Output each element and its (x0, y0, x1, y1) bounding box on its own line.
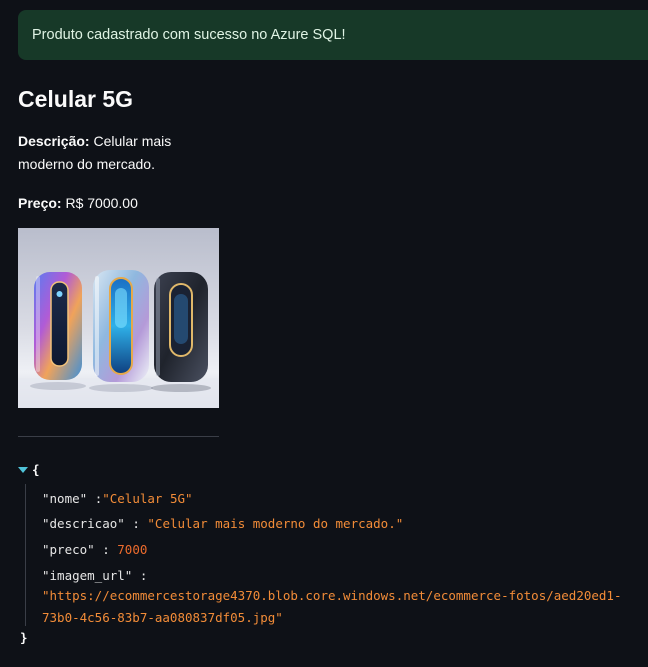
json-url-line-1: "https://ecommercestorage4370.blob.core.… (42, 586, 621, 606)
product-image (18, 228, 219, 408)
page: Produto cadastrado com sucesso no Azure … (0, 0, 648, 667)
json-indent-guide (25, 484, 26, 626)
json-close-brace: } (20, 630, 28, 645)
json-value: 73b0-4c56-83b7-aa080837df05.jpg" (42, 610, 283, 625)
json-value: "Celular mais moderno do mercado." (147, 516, 404, 531)
success-alert-text: Produto cadastrado com sucesso no Azure … (32, 27, 346, 43)
json-key: "imagem_url" (42, 568, 133, 583)
json-colon: : (102, 542, 110, 557)
collapse-toggle-icon[interactable] (18, 467, 28, 473)
json-colon: : (132, 516, 140, 531)
product-description: Descrição: Celular mais moderno do merca… (18, 130, 228, 176)
json-url-line-2: 73b0-4c56-83b7-aa080837df05.jpg" (42, 608, 283, 628)
json-row-descricao: "descricao" : "Celular mais moderno do m… (42, 514, 403, 534)
divider (18, 436, 219, 437)
json-colon: : (139, 568, 148, 583)
description-label: Descrição: (18, 133, 90, 149)
price-label: Preço: (18, 195, 62, 211)
json-value: 7000 (117, 542, 148, 557)
json-open-brace: { (32, 462, 40, 477)
json-key: "nome" (42, 491, 88, 506)
phone-right (154, 272, 208, 382)
phones-illustration (18, 228, 219, 408)
price-value: R$ 7000.00 (65, 195, 138, 211)
json-row-nome: "nome" :"Celular 5G" (42, 489, 193, 509)
success-alert: Produto cadastrado com sucesso no Azure … (18, 10, 648, 60)
json-value: "https://ecommercestorage4370.blob.core.… (42, 588, 622, 603)
product-price: Preço: R$ 7000.00 (18, 192, 138, 214)
json-row-imagem-url: "imagem_url" : (42, 566, 147, 586)
phone-middle (93, 270, 149, 382)
phone-left (34, 272, 82, 380)
json-key: "descricao" (42, 516, 125, 531)
json-key: "preco" (42, 542, 95, 557)
product-title: Celular 5G (18, 86, 134, 112)
json-value: "Celular 5G" (102, 491, 193, 506)
json-row-preco: "preco" : 7000 (42, 540, 147, 560)
